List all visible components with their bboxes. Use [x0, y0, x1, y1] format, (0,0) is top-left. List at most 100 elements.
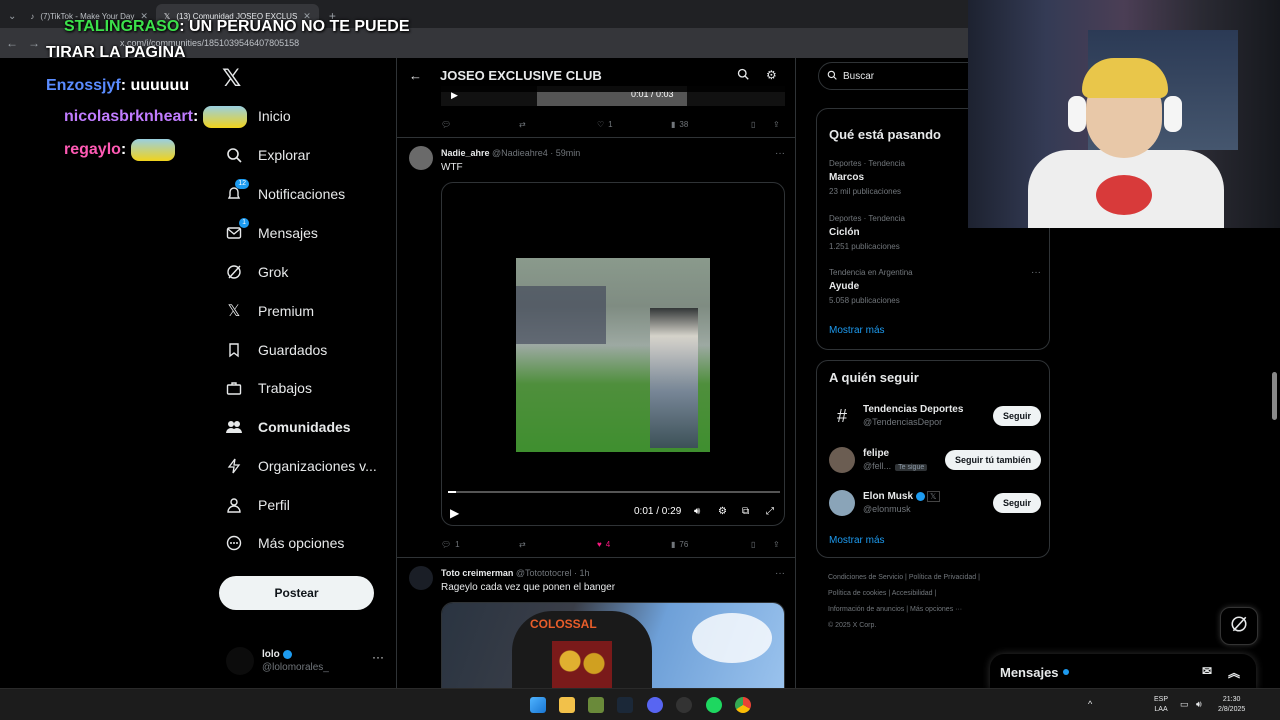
compose-message-icon[interactable]: ✉ [1202, 664, 1212, 678]
tweet-image[interactable]: COLOSSAL [441, 602, 785, 688]
windows-taskbar: ^ ESP LAA ▭ 🔊︎ 21:30 2/8/2025 [0, 688, 1280, 720]
trend-context: Deportes · Tendencia [829, 159, 905, 168]
messages-badge: 1 [239, 218, 249, 228]
video-bus [516, 286, 606, 344]
more-icon[interactable]: ··· [775, 148, 785, 159]
more-icon[interactable]: ··· [1031, 266, 1041, 280]
video-progress-bar[interactable] [448, 491, 780, 493]
show-more-trends-link[interactable]: Mostrar más [829, 325, 885, 336]
sidebar-item-mas-opciones[interactable]: Más opciones [224, 529, 344, 557]
volume-icon[interactable]: 🔊︎ [694, 506, 700, 517]
follow-suggestion[interactable]: Elon Musk 𝕏 @elonmusk Seguir [829, 488, 1041, 518]
sidebar-item-comunidades[interactable]: Comunidades [224, 413, 351, 441]
steam-icon[interactable] [617, 697, 633, 713]
footer-link[interactable]: Condiciones de Servicio [828, 574, 903, 581]
who-to-follow-card: A quién seguir # Tendencias Deportes @Ten… [816, 360, 1050, 558]
account-switcher[interactable]: lolo @lolomorales_ ··· [226, 644, 396, 678]
reply-button[interactable]: 💬︎ 1 [441, 540, 460, 549]
share-button[interactable]: ⇪ [773, 120, 780, 129]
views-button[interactable]: ▮ 38 [671, 120, 688, 129]
show-more-follow-link[interactable]: Mostrar más [829, 535, 885, 546]
like-button[interactable]: ♥ 4 [597, 540, 610, 549]
follow-button[interactable]: Seguir [992, 406, 1041, 426]
sidebar-item-guardados[interactable]: Guardados [224, 336, 327, 364]
fullscreen-icon[interactable]: ⤢ [766, 506, 774, 517]
tweet-author-name[interactable]: Nadie_ahre [441, 148, 490, 158]
verified-badge-icon [282, 649, 292, 659]
search-icon[interactable] [737, 68, 749, 83]
bookmark-button[interactable]: ▯ [751, 120, 755, 129]
network-icon[interactable]: ▭ [1180, 699, 1189, 709]
like-button[interactable]: ♡ 1 [597, 120, 613, 129]
account-handle: @lolomorales_ [262, 662, 329, 673]
follow-suggestion[interactable]: # Tendencias Deportes @TendenciasDepor Se… [829, 401, 1041, 431]
clock-time: 21:30 [1222, 696, 1241, 703]
sidebar-item-grok[interactable]: Grok [224, 258, 288, 286]
follow-back-button[interactable]: Seguir tú también [944, 450, 1041, 470]
back-arrow-icon[interactable]: ← [409, 68, 422, 83]
language-indicator[interactable]: ESP LAA [1154, 695, 1168, 715]
page-scrollbar[interactable] [1272, 372, 1277, 420]
like-count: 1 [608, 119, 613, 129]
grok-floating-button[interactable] [1220, 607, 1258, 645]
chat-line: TIRAR LA PAGINA [46, 44, 186, 62]
gear-icon[interactable]: ⚙ [766, 68, 777, 82]
retweet-button[interactable]: ⇄ [519, 540, 526, 549]
reply-button[interactable]: 💬︎ [441, 120, 451, 129]
gear-icon[interactable]: ⚙ [718, 506, 727, 517]
trend-item[interactable]: Tendencia en Argentina Ayude 5.058 publi… [829, 266, 1041, 308]
trend-item[interactable]: Deportes · Tendencia Ciclón 1.251 public… [829, 212, 905, 254]
chevron-up-icon[interactable]: ︽ [1228, 664, 1240, 681]
chrome-icon[interactable] [735, 697, 751, 713]
sidebar-item-trabajos[interactable]: Trabajos [224, 374, 312, 402]
sidebar-item-perfil[interactable]: Perfil [224, 491, 290, 519]
sidebar-item-notificaciones[interactable]: 12 Notificaciones [224, 179, 345, 208]
account-info: lolo @lolomorales_ [262, 648, 329, 674]
play-icon[interactable]: ▶ [450, 506, 459, 520]
chevron-up-icon[interactable]: ^ [1088, 699, 1092, 709]
sidebar-item-organizaciones[interactable]: Organizaciones v... [224, 452, 377, 480]
more-icon[interactable]: ··· [372, 650, 384, 664]
more-icon[interactable]: ··· [775, 568, 785, 579]
obs-icon[interactable] [676, 697, 692, 713]
tweet[interactable]: Nadie_ahre @Nadieahre4 · 59min ··· WTF ▶… [397, 137, 795, 557]
views-button[interactable]: ▮ 76 [671, 540, 688, 549]
discord-icon[interactable] [647, 697, 663, 713]
post-button[interactable]: Postear [219, 576, 374, 610]
messages-drawer[interactable]: Mensajes ✉ ︽ [990, 654, 1256, 690]
footer-link[interactable]: Más opciones ··· [910, 606, 962, 613]
app-icon[interactable] [588, 697, 604, 713]
chat-message: : [120, 141, 127, 159]
volume-icon[interactable]: 🔊︎ [1196, 699, 1202, 709]
trend-item[interactable]: Deportes · Tendencia Marcos 23 mil publi… [829, 157, 905, 199]
footer-link[interactable]: Accesibilidad [892, 590, 933, 597]
trend-context: Deportes · Tendencia [829, 214, 905, 223]
sidebar-item-mensajes[interactable]: 1 Mensajes [224, 218, 318, 247]
sidebar-item-label: Comunidades [258, 419, 351, 435]
bookmark-button[interactable]: ▯ [751, 540, 755, 549]
sidebar-item-premium[interactable]: 𝕏 Premium [224, 297, 314, 325]
avatar[interactable] [409, 146, 433, 170]
share-button[interactable]: ⇪ [773, 540, 780, 549]
tweet-author-name[interactable]: Toto creimerman [441, 568, 513, 578]
follow-button[interactable]: Seguir [992, 493, 1041, 513]
avatar[interactable] [409, 566, 433, 590]
windows-start-icon[interactable] [530, 697, 546, 713]
footer-link[interactable]: Política de Privacidad [909, 574, 976, 581]
file-explorer-icon[interactable] [559, 697, 575, 713]
follow-suggestion[interactable]: felipe @fell... Te sigue Seguir tú también [829, 445, 1041, 475]
spotify-icon[interactable] [706, 697, 722, 713]
tweet[interactable]: Toto creimerman @Totototocrel · 1h ··· R… [397, 557, 795, 688]
x-affiliate-icon: 𝕏 [927, 491, 940, 502]
footer-link[interactable]: Información de anuncios [828, 606, 904, 613]
video-player[interactable]: ▶ 0:01 / 0:29 🔊︎ ⚙ ⧉ ⤢ [441, 182, 785, 526]
suggestion-name: felipe [863, 447, 890, 459]
chat-emote-icon [202, 106, 247, 128]
retweet-button[interactable]: ⇄ [519, 120, 526, 129]
video-frame[interactable] [516, 258, 710, 452]
footer-link[interactable]: Política de cookies [828, 590, 886, 597]
footer-links: Condiciones de Servicio | Política de Pr… [828, 574, 980, 629]
avatar [829, 490, 855, 516]
pip-icon[interactable]: ⧉ [742, 506, 749, 517]
clock[interactable]: 21:30 2/8/2025 [1218, 695, 1245, 715]
